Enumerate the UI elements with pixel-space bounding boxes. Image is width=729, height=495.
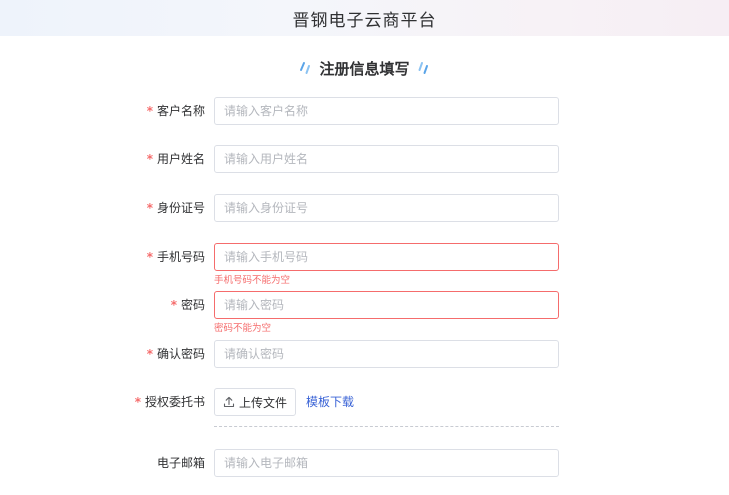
upload-icon <box>223 396 235 408</box>
required-mark: * <box>146 104 153 118</box>
password-label: * 密码 <box>170 298 205 312</box>
customer-name-row: * 客户名称 <box>0 97 729 125</box>
template-download-link[interactable]: 模板下载 <box>306 388 354 416</box>
user-name-row: * 用户姓名 <box>0 145 729 173</box>
required-mark: * <box>146 201 153 215</box>
phone-input[interactable] <box>214 243 559 271</box>
upload-file-button[interactable]: 上传文件 <box>214 388 296 416</box>
password-error-message: 密码不能为空 <box>214 323 272 334</box>
title-left-decoration-icon <box>300 62 311 74</box>
user-name-input[interactable] <box>214 145 559 173</box>
id-number-label: * 身份证号 <box>146 201 205 215</box>
id-number-row: * 身份证号 <box>0 194 729 222</box>
title-right-decoration-icon <box>418 62 428 74</box>
required-mark: * <box>134 395 141 409</box>
password-row: * 密码 <box>0 291 729 319</box>
password-input[interactable] <box>214 291 559 319</box>
customer-name-label: * 客户名称 <box>146 104 205 118</box>
authorization-row: * 授权委托书 上传文件 模板下载 <box>0 388 729 416</box>
required-mark: * <box>146 152 153 166</box>
phone-error-message: 手机号码不能为空 <box>214 275 291 286</box>
id-number-input[interactable] <box>214 194 559 222</box>
upload-divider <box>214 426 559 427</box>
confirm-password-input[interactable] <box>214 340 559 368</box>
authorization-label: * 授权委托书 <box>134 395 205 409</box>
confirm-password-label: * 确认密码 <box>146 347 205 361</box>
email-label: 电子邮箱 <box>156 456 205 470</box>
upload-file-label: 上传文件 <box>238 395 287 410</box>
phone-row: * 手机号码 <box>0 243 729 271</box>
email-input[interactable] <box>214 449 559 477</box>
user-name-label: * 用户姓名 <box>146 152 205 166</box>
required-mark: * <box>146 250 153 264</box>
required-mark: * <box>170 298 177 312</box>
form-title: 注册信息填写 <box>319 59 410 78</box>
app-title: 晋钢电子云商平台 <box>292 10 437 31</box>
required-mark: * <box>146 347 153 361</box>
form-title-row: 注册信息填写 <box>0 56 729 80</box>
confirm-password-row: * 确认密码 <box>0 340 729 368</box>
top-header: 晋钢电子云商平台 <box>0 0 729 36</box>
email-row: 电子邮箱 <box>0 449 729 477</box>
phone-label: * 手机号码 <box>146 250 205 264</box>
customer-name-input[interactable] <box>214 97 559 125</box>
